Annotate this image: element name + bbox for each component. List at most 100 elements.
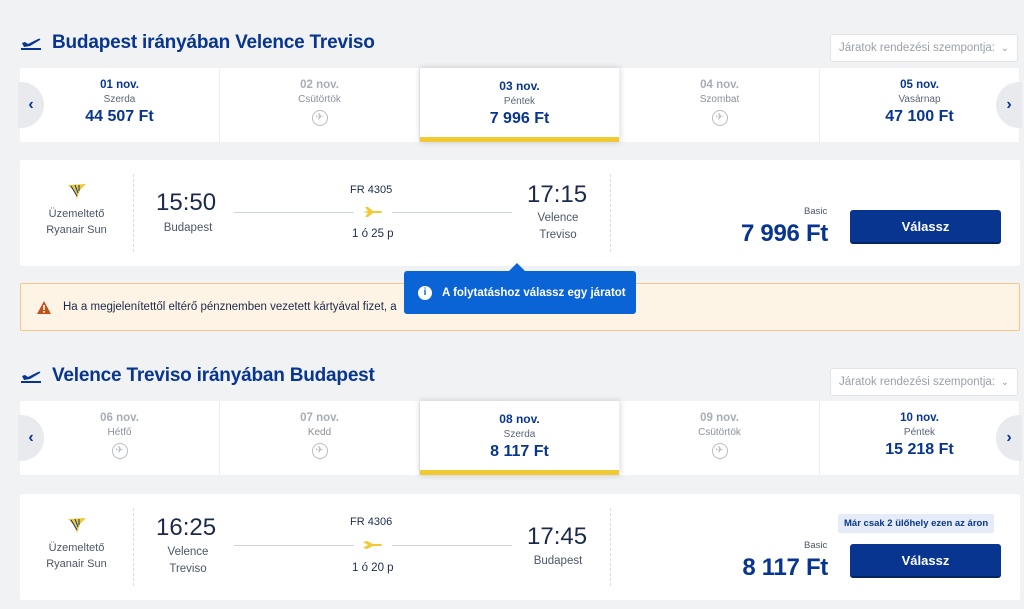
seats-left-badge: Már csak 2 ülőhely ezen az áron (838, 514, 995, 533)
chevron-left-icon: ‹ (28, 429, 34, 446)
date-label: 03 nov. (499, 79, 540, 93)
flight-duration: 1 ó 20 p (352, 562, 394, 574)
select-flight-tooltip: i A folytatáshoz válassz egy járatot (404, 263, 636, 314)
inbound-flight-card[interactable]: Üzemeltető Ryanair Sun 16:25 Velence Tre… (20, 494, 1020, 600)
date-label: 01 nov. (100, 79, 139, 91)
flight-number: FR 4305 (350, 184, 393, 196)
departure-time: 16:25 (156, 514, 217, 541)
weekday-label: Hétfő (107, 427, 132, 438)
arrival-time: 17:15 (527, 181, 588, 208)
inbound-date-bar: ‹ 06 nov. Hétfő ✈ 07 nov. Kedd ✈ 08 nov.… (18, 401, 1022, 475)
date-cell-04-nov: 04 nov. Szombat ✈ (620, 68, 820, 142)
flight-price: 7 996 Ft (741, 220, 828, 247)
weekday-label: Péntek (503, 96, 536, 107)
flight-price: 8 117 Ft (742, 554, 828, 581)
date-label: 06 nov. (100, 412, 139, 424)
sort-select-label: Járatok rendezési szempontja: (839, 376, 995, 388)
date-label: 08 nov. (499, 412, 540, 426)
date-cell-06-nov: 06 nov. Hétfő ✈ (20, 401, 220, 475)
sort-select-label: Járatok rendezési szempontja: (839, 42, 995, 54)
select-flight-button[interactable]: Válassz (850, 210, 1001, 244)
date-label: 07 nov. (300, 412, 339, 424)
departure-city: Budapest (163, 222, 213, 234)
date-cell-03-nov[interactable]: 03 nov. Péntek 7 996 Ft (420, 68, 620, 142)
warning-text: Ha a megjelenítettől eltérő pénznemben v… (63, 301, 397, 313)
ryanair-harp-logo-icon (67, 184, 86, 199)
date-label: 02 nov. (300, 79, 339, 91)
no-flight-icon: ✈ (111, 443, 128, 459)
date-cell-10-nov[interactable]: 10 nov. Péntek 15 218 Ft (820, 401, 1020, 475)
date-price: 8 117 Ft (490, 443, 549, 460)
outbound-flight-card[interactable]: Üzemeltető Ryanair Sun 15:50 Budapest FR… (20, 160, 1020, 266)
date-label: 04 nov. (700, 79, 739, 91)
chevron-down-icon: ⌄ (1000, 376, 1009, 388)
route-line-left (234, 212, 354, 213)
warning-triangle-icon (37, 300, 51, 314)
weekday-label: Kedd (307, 427, 332, 438)
date-cell-02-nov: 02 nov. Csütörtök ✈ (220, 68, 420, 142)
date-cell-08-nov[interactable]: 08 nov. Szerda 8 117 Ft (420, 401, 620, 475)
info-icon: i (418, 285, 432, 300)
date-price: 47 100 Ft (885, 108, 954, 125)
inbound-title: Velence Treviso irányában Budapest (52, 365, 375, 386)
operator-info: Üzemeltető Ryanair Sun (20, 174, 134, 252)
weekday-label: Péntek (903, 427, 936, 438)
outbound-title: Budapest irányában Velence Treviso (52, 32, 375, 53)
outbound-date-bar: ‹ 01 nov. Szerda 44 507 Ft 02 nov. Csütö… (18, 68, 1022, 142)
weekday-label: Csütörtök (698, 427, 741, 438)
weekday-label: Szerda (103, 94, 136, 105)
date-cell-01-nov[interactable]: 01 nov. Szerda 44 507 Ft (20, 68, 220, 142)
arrival-city: Velence Treviso (537, 212, 579, 241)
operator-name: Ryanair Sun (46, 558, 107, 570)
operator-name: Ryanair Sun (46, 224, 107, 236)
chevron-right-icon: › (1006, 96, 1012, 113)
date-price: 15 218 Ft (885, 441, 954, 458)
ryanair-harp-logo-icon (67, 518, 86, 533)
route-line-right (392, 212, 512, 213)
no-flight-icon: ✈ (711, 443, 728, 459)
plane-landing-icon (363, 541, 382, 549)
departure-city: Velence Treviso (167, 546, 209, 575)
weekday-label: Csütörtök (298, 94, 341, 105)
date-cell-09-nov: 09 nov. Csütörtök ✈ (620, 401, 820, 475)
no-flight-icon: ✈ (311, 443, 328, 459)
no-flight-icon: ✈ (311, 110, 328, 126)
date-price: 7 996 Ft (489, 110, 550, 127)
operator-label: Üzemeltető (48, 542, 105, 554)
card-divider (610, 174, 611, 252)
outbound-sort-select[interactable]: Járatok rendezési szempontja: ⌄ (830, 34, 1018, 62)
date-label: 09 nov. (700, 412, 739, 424)
date-cell-07-nov: 07 nov. Kedd ✈ (220, 401, 420, 475)
operator-label: Üzemeltető (48, 208, 105, 220)
date-cell-05-nov[interactable]: 05 nov. Vasárnap 47 100 Ft (820, 68, 1020, 142)
fare-type-label: Basic (804, 206, 828, 217)
chevron-down-icon: ⌄ (1000, 42, 1009, 54)
operator-info: Üzemeltető Ryanair Sun (20, 508, 134, 586)
weekday-label: Vasárnap (898, 94, 941, 105)
chevron-right-icon: › (1006, 429, 1012, 446)
card-divider (610, 508, 611, 586)
route-line-right (392, 545, 512, 546)
tooltip-text: A folytatáshoz válassz egy járatot (442, 286, 626, 299)
inbound-sort-select[interactable]: Járatok rendezési szempontja: ⌄ (830, 368, 1018, 396)
no-flight-icon: ✈ (711, 110, 728, 126)
plane-takeoff-icon (21, 38, 41, 50)
flight-number: FR 4306 (350, 516, 393, 528)
fare-type-label: Basic (804, 540, 828, 551)
weekday-label: Szombat (699, 94, 740, 105)
outbound-heading: Budapest irányában Velence Treviso (20, 32, 375, 54)
weekday-label: Szerda (503, 429, 536, 440)
flight-duration: 1 ó 25 p (352, 228, 394, 240)
plane-takeoff-icon (21, 371, 41, 383)
route-line-left (234, 545, 354, 546)
departure-time: 15:50 (156, 189, 217, 216)
arrival-city: Budapest (533, 555, 583, 567)
plane-right-icon (363, 207, 382, 217)
chevron-left-icon: ‹ (28, 96, 34, 113)
date-price: 44 507 Ft (85, 108, 154, 125)
date-label: 05 nov. (900, 79, 939, 91)
select-flight-button[interactable]: Válassz (850, 544, 1001, 578)
arrival-time: 17:45 (527, 523, 588, 550)
inbound-heading: Velence Treviso irányában Budapest (20, 365, 375, 387)
date-label: 10 nov. (900, 412, 939, 424)
